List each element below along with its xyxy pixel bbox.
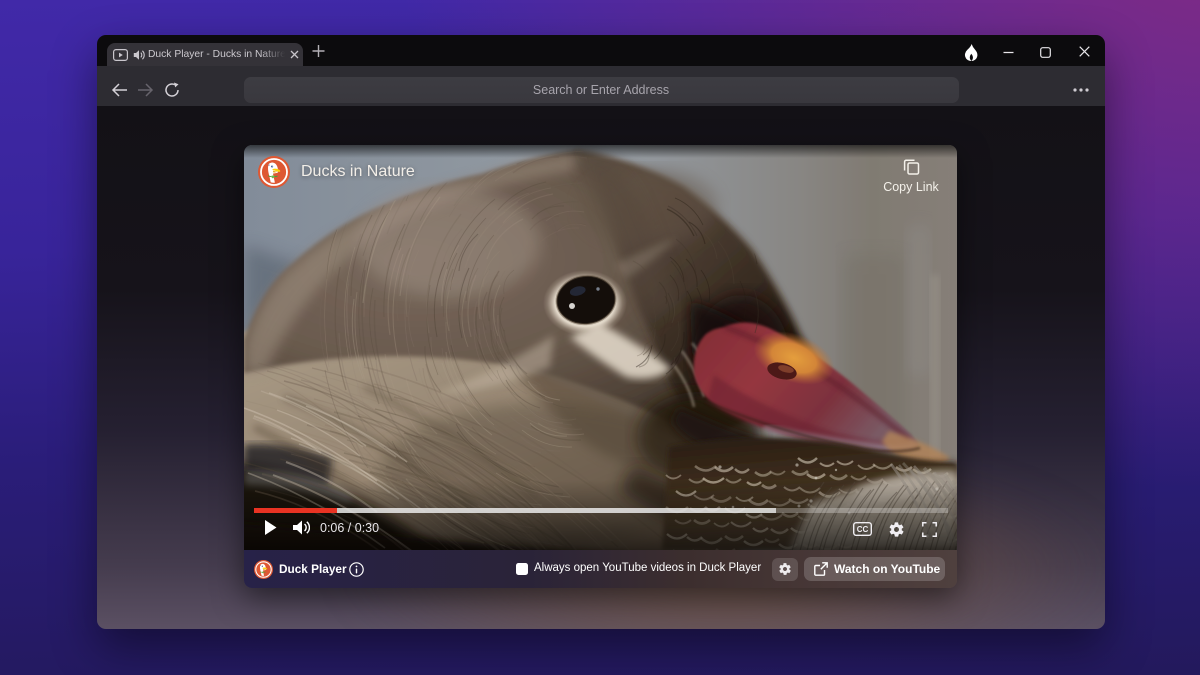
svg-text:CC: CC xyxy=(857,525,869,534)
